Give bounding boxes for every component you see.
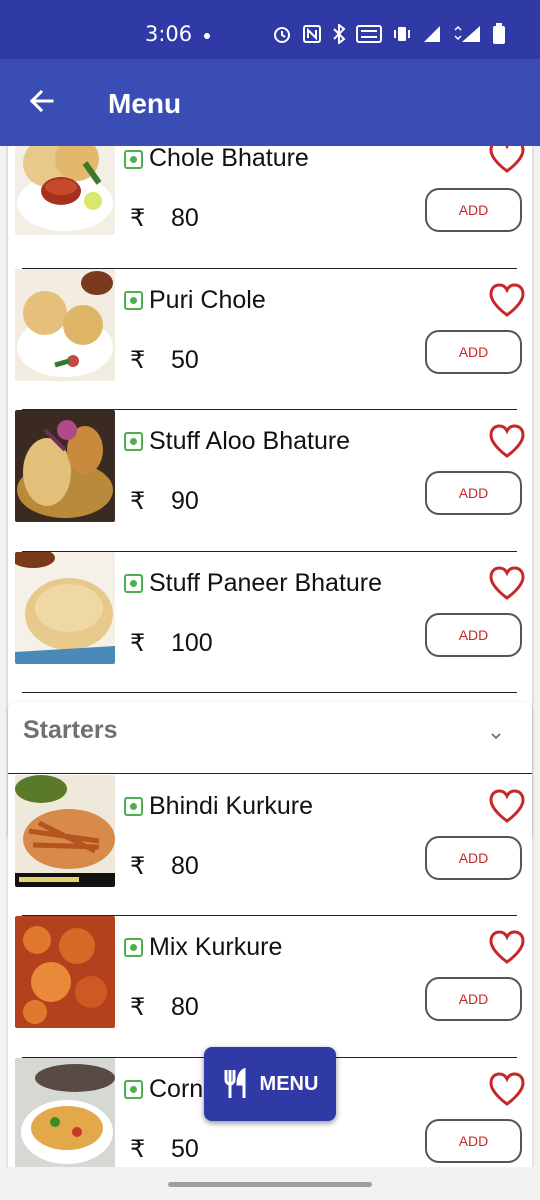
item-price: 80 xyxy=(171,204,199,232)
puri-chole-photo xyxy=(15,269,115,381)
signal-4g-icon xyxy=(452,24,482,48)
status-bar: 3:06 xyxy=(0,0,540,59)
add-button[interactable]: ADD xyxy=(425,188,522,232)
stuff-aloo-bhature-photo xyxy=(15,410,115,522)
item-price: 80 xyxy=(171,993,199,1021)
veg-indicator-icon xyxy=(124,150,143,169)
favorite-heart-icon[interactable] xyxy=(488,282,526,318)
favorite-heart-icon[interactable] xyxy=(488,788,526,824)
chevron-down-icon[interactable] xyxy=(488,728,504,744)
add-button[interactable]: ADD xyxy=(425,613,522,657)
menu-item: Chole Bhature ₹ 80 ADD xyxy=(8,146,532,267)
favorite-heart-icon[interactable] xyxy=(488,565,526,601)
veg-indicator-icon xyxy=(124,938,143,957)
veg-indicator-icon xyxy=(124,1080,143,1099)
item-name: Stuff Paneer Bhature xyxy=(149,569,383,597)
veg-indicator-icon xyxy=(124,797,143,816)
rupee-icon: ₹ xyxy=(130,630,146,657)
signal-icon xyxy=(422,24,442,48)
starters-section-header[interactable]: Starters xyxy=(8,702,532,774)
item-price: 80 xyxy=(171,852,199,880)
back-arrow-icon xyxy=(29,89,54,113)
menu-item: Stuff Paneer Bhature ₹ 100 ADD xyxy=(8,551,532,692)
bhindi-kurkure-photo xyxy=(15,775,115,887)
chole-bhature-photo xyxy=(15,146,115,235)
item-name: Bhindi Kurkure xyxy=(149,792,313,820)
add-button[interactable]: ADD xyxy=(425,1119,522,1163)
menu-item: Puri Chole ₹ 50 ADD xyxy=(8,268,532,409)
add-button[interactable]: ADD xyxy=(425,471,522,515)
veg-indicator-icon xyxy=(124,432,143,451)
alarm-icon xyxy=(272,24,292,48)
status-icons xyxy=(272,22,506,49)
item-name: Stuff Aloo Bhature xyxy=(149,427,351,455)
veg-indicator-icon xyxy=(124,574,143,593)
menu-fab-label: MENU xyxy=(259,1072,319,1095)
section-title: Starters xyxy=(23,716,118,744)
veg-indicator-icon xyxy=(124,291,143,310)
favorite-heart-icon[interactable] xyxy=(488,929,526,965)
bluetooth-icon xyxy=(332,22,346,48)
rupee-icon: ₹ xyxy=(130,488,146,515)
favorite-heart-icon[interactable] xyxy=(488,1071,526,1107)
add-button[interactable]: ADD xyxy=(425,836,522,880)
mix-kurkure-photo xyxy=(15,916,115,1028)
rupee-icon: ₹ xyxy=(130,347,146,374)
item-price: 100 xyxy=(171,629,213,657)
menu-item: Mix Kurkure ₹ 80 ADD xyxy=(8,915,532,1056)
gesture-nav-bar xyxy=(0,1167,540,1200)
corn-chaat-photo xyxy=(15,1058,115,1167)
back-button[interactable] xyxy=(24,83,60,119)
divider xyxy=(22,692,517,693)
vibrate-icon xyxy=(392,24,412,48)
stuff-paneer-bhature-photo xyxy=(15,552,115,664)
item-name: Mix Kurkure xyxy=(149,933,283,961)
item-price: 50 xyxy=(171,346,199,374)
app-bar: Menu xyxy=(0,59,540,146)
item-name: Puri Chole xyxy=(149,286,266,314)
status-time: 3:06 xyxy=(145,22,193,46)
favorite-heart-icon[interactable] xyxy=(488,146,526,174)
add-button[interactable]: ADD xyxy=(425,977,522,1021)
menu-item: Bhindi Kurkure ₹ 80 ADD xyxy=(8,774,532,915)
nfc-icon xyxy=(302,24,322,48)
item-price: 50 xyxy=(171,1135,199,1163)
fork-knife-icon xyxy=(224,1068,246,1098)
home-gesture-handle[interactable] xyxy=(168,1182,372,1187)
item-name: Chole Bhature xyxy=(149,146,309,172)
menu-item: Stuff Aloo Bhature ₹ 90 ADD xyxy=(8,409,532,550)
battery-icon xyxy=(492,23,506,49)
rupee-icon: ₹ xyxy=(130,853,146,880)
volte-icon xyxy=(356,24,382,48)
menu-list[interactable]: Chole Bhature ₹ 80 ADD Puri Chole ₹ 50 A… xyxy=(0,146,540,1167)
rupee-icon: ₹ xyxy=(130,205,146,232)
rupee-icon: ₹ xyxy=(130,994,146,1021)
rupee-icon: ₹ xyxy=(130,1136,146,1163)
favorite-heart-icon[interactable] xyxy=(488,423,526,459)
menu-fab-button[interactable]: MENU xyxy=(204,1047,336,1121)
notification-dot-icon xyxy=(204,33,210,39)
item-price: 90 xyxy=(171,487,199,515)
add-button[interactable]: ADD xyxy=(425,330,522,374)
page-title: Menu xyxy=(108,88,182,119)
